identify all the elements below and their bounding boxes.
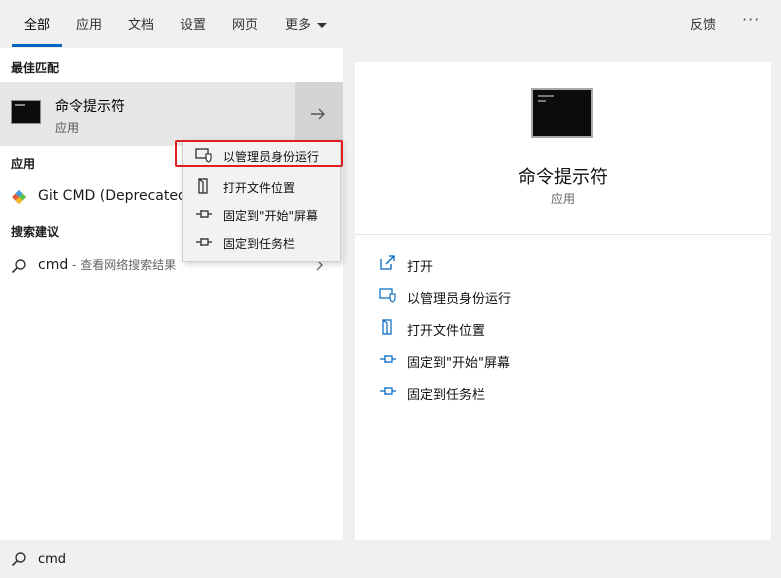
- git-cmd-item[interactable]: Git CMD (Deprecated): [38, 188, 184, 204]
- action-pin-to-taskbar[interactable]: 固定到任务栏: [355, 378, 771, 406]
- tab-all[interactable]: 全部: [24, 14, 50, 33]
- context-open-file-location[interactable]: 打开文件位置: [183, 172, 340, 200]
- pin-icon: [380, 387, 396, 395]
- context-pin-to-taskbar-label: 固定到任务栏: [223, 237, 296, 251]
- search-suggestions-header: 搜索建议: [11, 225, 60, 239]
- suggestion-hint: - 查看网络搜索结果: [68, 258, 177, 272]
- action-open[interactable]: 打开: [355, 250, 771, 278]
- details-title: 命令提示符: [518, 167, 608, 188]
- action-run-as-admin-label: 以管理员身份运行: [407, 292, 512, 307]
- apps-header: 应用: [11, 157, 36, 171]
- filter-bar: 全部 应用 文档 设置 网页 更多 反馈 ···: [0, 0, 781, 48]
- search-input[interactable]: cmd: [38, 552, 66, 567]
- action-pin-to-start[interactable]: 固定到"开始"屏幕: [355, 346, 771, 374]
- best-match-item[interactable]: 命令提示符 应用: [0, 82, 343, 146]
- pin-icon: [380, 355, 396, 363]
- folder-icon: [382, 319, 392, 335]
- best-match-header: 最佳匹配: [11, 61, 60, 75]
- active-tab-indicator: [12, 44, 62, 47]
- context-open-file-location-label: 打开文件位置: [223, 181, 296, 195]
- feedback-button[interactable]: 反馈: [690, 14, 716, 33]
- results-pane: 最佳匹配 命令提示符 应用 应用 Git CMD (Deprecated) 搜索…: [0, 48, 343, 540]
- search-suggestion-item[interactable]: cmd - 查看网络搜索结果: [38, 256, 176, 273]
- tab-documents[interactable]: 文档: [128, 14, 154, 33]
- details-subtitle: 应用: [550, 192, 575, 206]
- tab-more[interactable]: 更多: [285, 14, 328, 33]
- cmd-icon: [531, 88, 593, 138]
- chevron-down-icon: [317, 23, 328, 28]
- folder-icon: [198, 178, 208, 194]
- action-open-label: 打开: [407, 260, 434, 275]
- pin-icon: [196, 210, 212, 218]
- action-run-as-admin[interactable]: 以管理员身份运行: [355, 282, 771, 310]
- tab-web[interactable]: 网页: [232, 14, 258, 33]
- search-icon: [11, 259, 26, 274]
- best-match-subtitle: 应用: [55, 121, 80, 135]
- pin-icon: [196, 238, 212, 246]
- git-icon: [12, 190, 26, 204]
- action-open-file-location-label: 打开文件位置: [407, 324, 486, 339]
- context-pin-to-taskbar[interactable]: 固定到任务栏: [183, 228, 340, 256]
- details-pane: 命令提示符 应用 打开 以管理员身份运行 打开文件位置 固定到"开始"屏幕 固定…: [355, 62, 771, 540]
- best-match-title: 命令提示符: [55, 99, 125, 115]
- expand-details-button[interactable]: [295, 82, 343, 146]
- arrow-right-icon: [311, 108, 325, 120]
- action-open-file-location[interactable]: 打开文件位置: [355, 314, 771, 342]
- tab-more-label: 更多: [285, 18, 312, 33]
- divider: [355, 234, 771, 235]
- open-icon: [380, 255, 395, 270]
- action-pin-to-taskbar-label: 固定到任务栏: [407, 388, 486, 403]
- more-options-button[interactable]: ···: [742, 10, 760, 29]
- highlight-box: [175, 140, 343, 167]
- search-box[interactable]: cmd: [0, 540, 781, 578]
- action-pin-to-start-label: 固定到"开始"屏幕: [407, 356, 510, 371]
- context-pin-to-start[interactable]: 固定到"开始"屏幕: [183, 200, 340, 228]
- tab-apps[interactable]: 应用: [76, 14, 102, 33]
- context-pin-to-start-label: 固定到"开始"屏幕: [223, 209, 319, 223]
- search-icon: [11, 552, 26, 567]
- shield-icon: [379, 288, 396, 303]
- tab-settings[interactable]: 设置: [180, 14, 206, 33]
- suggestion-query: cmd: [38, 257, 69, 273]
- cmd-icon: [11, 100, 41, 124]
